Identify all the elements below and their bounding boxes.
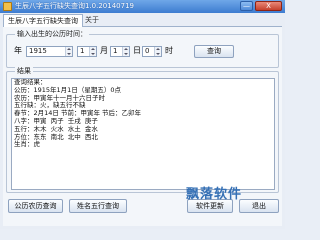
result-line: 方位：东东 南北 北中 西北 <box>14 132 98 141</box>
app-window: 生辰八字五行缺失查询1.0.20140719 — X 生辰八字五行缺失查询 关于… <box>0 0 285 229</box>
window-title: 生辰八字五行缺失查询1.0.20140719 <box>15 2 134 10</box>
year-input[interactable]: 1915 <box>26 46 73 57</box>
minimize-button[interactable]: — <box>240 1 253 11</box>
lunar-calendar-query-button[interactable]: 公历农历查询 <box>8 199 63 213</box>
tab-about[interactable]: 关于 <box>81 14 103 26</box>
birth-time-group: 输入出生的公历时间： 年 1915 1 月 1 日 0 时 查询 <box>6 30 279 68</box>
month-value: 1 <box>80 47 85 55</box>
birth-time-group-title: 输入出生的公历时间： <box>15 30 89 39</box>
hour-input[interactable]: 0 <box>142 46 162 57</box>
query-button[interactable]: 查询 <box>194 45 234 58</box>
day-value: 1 <box>113 47 118 55</box>
close-button[interactable]: X <box>255 1 282 11</box>
year-label: 年 <box>14 46 22 55</box>
day-input[interactable]: 1 <box>110 46 130 57</box>
hour-label: 时 <box>165 46 173 55</box>
exit-button[interactable]: 退出 <box>239 199 279 213</box>
month-spinner[interactable] <box>89 47 96 56</box>
result-group: 结果 查询结果： 公历：1915年1月1日（星期五）0点 农历：甲寅年十一月十六… <box>6 67 279 193</box>
result-group-title: 结果 <box>15 67 33 76</box>
day-label: 日 <box>133 46 141 55</box>
month-input[interactable]: 1 <box>77 46 97 57</box>
year-value: 1915 <box>29 47 47 55</box>
watermark-text: 飘落软件 <box>186 187 243 202</box>
name-wuxing-query-button[interactable]: 姓名五行查询 <box>69 199 127 213</box>
hour-value: 0 <box>145 47 150 55</box>
title-bar: 生辰八字五行缺失查询1.0.20140719 — X <box>0 0 285 13</box>
tab-bazi-query[interactable]: 生辰八字五行缺失查询 <box>3 14 83 27</box>
hour-spinner[interactable] <box>154 47 161 56</box>
result-line: 生肖：虎 <box>14 140 40 149</box>
app-icon <box>3 2 12 11</box>
day-spinner[interactable] <box>122 47 129 56</box>
year-spinner[interactable] <box>65 47 72 56</box>
result-textarea[interactable]: 查询结果： 公历：1915年1月1日（星期五）0点 农历：甲寅年十一月十六日子时… <box>11 78 275 190</box>
tab-strip: 生辰八字五行缺失查询 关于 <box>3 14 282 27</box>
month-label: 月 <box>100 46 108 55</box>
